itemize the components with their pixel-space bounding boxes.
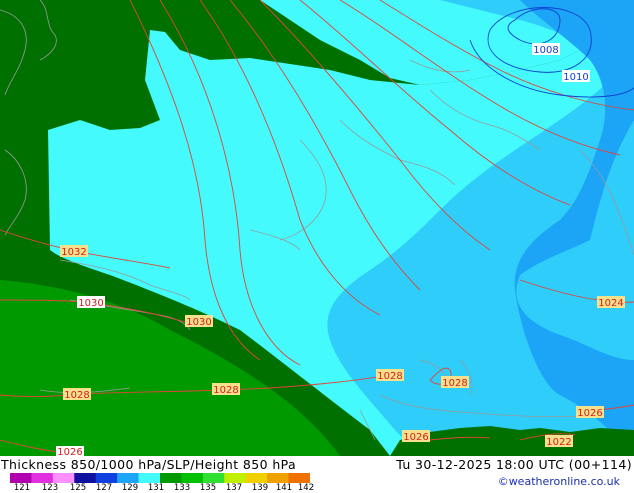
isobar-label-1028-central: 1028 <box>212 383 240 396</box>
isobar-label-1030-central: 1030 <box>185 315 213 328</box>
isobar-label-1028-east-a: 1028 <box>376 369 404 382</box>
colorbar-swatch <box>95 473 118 483</box>
svg-text:1028: 1028 <box>64 390 89 401</box>
colorbar-tick: 127 <box>95 483 113 493</box>
isobar-label-1026-southwest: 1026 <box>56 446 84 456</box>
colorbar-ticks: 121 123 125 127 129 131 133 135 137 139 … <box>0 483 320 493</box>
colorbar-tick: 131 <box>147 483 165 493</box>
isobar-label-1028-east-b: 1028 <box>441 376 469 389</box>
svg-text:1028: 1028 <box>442 378 467 389</box>
svg-text:1030: 1030 <box>78 298 103 309</box>
colorbar-tick: 139 <box>251 483 269 493</box>
map-title: Thickness 850/1000 hPa/SLP/Height 850 hP… <box>1 457 297 472</box>
svg-text:1028: 1028 <box>213 385 238 396</box>
thickness-map: 1008 1010 1032 1030 1030 1028 1028 1028 … <box>0 0 634 456</box>
colorbar-tick: 121 <box>13 483 31 493</box>
colorbar-tick: 142 <box>297 483 315 493</box>
svg-text:1026: 1026 <box>577 408 602 419</box>
svg-text:1032: 1032 <box>61 247 86 258</box>
svg-text:1028: 1028 <box>377 371 402 382</box>
colorbar-legend <box>10 473 310 483</box>
colorbar-swatch <box>138 473 161 483</box>
isobar-label-1030-west: 1030 <box>77 296 105 309</box>
isobar-label-1026-east: 1026 <box>576 406 604 419</box>
colorbar-swatch <box>160 473 182 483</box>
forecast-datetime: Tu 30-12-2025 18:00 UTC (00+114) <box>396 457 632 472</box>
colorbar-swatch <box>117 473 140 483</box>
colorbar-swatch <box>288 473 310 483</box>
isobar-label-1028-west: 1028 <box>63 388 91 401</box>
colorbar-tick: 135 <box>199 483 217 493</box>
isobar-label-1024: 1024 <box>597 296 625 309</box>
colorbar-swatch <box>181 473 204 483</box>
colorbar-swatch <box>245 473 268 483</box>
map-footer: Thickness 850/1000 hPa/SLP/Height 850 hP… <box>0 456 634 493</box>
isobar-label-1022: 1022 <box>545 435 573 448</box>
copyright-link[interactable]: ©weatheronline.co.uk <box>498 475 620 488</box>
weather-map-panel: 1008 1010 1032 1030 1030 1028 1028 1028 … <box>0 0 634 493</box>
colorbar-tick: 125 <box>69 483 87 493</box>
colorbar-swatch <box>31 473 54 483</box>
svg-text:1008: 1008 <box>533 45 558 56</box>
colorbar-swatch <box>202 473 225 483</box>
colorbar-swatch <box>10 473 32 483</box>
isobar-label-1010: 1010 <box>562 70 590 83</box>
svg-text:1030: 1030 <box>186 317 211 328</box>
colorbar-swatch <box>224 473 247 483</box>
svg-text:1026: 1026 <box>403 432 428 443</box>
isobar-label-1026-south: 1026 <box>402 430 430 443</box>
colorbar-tick: 133 <box>173 483 191 493</box>
colorbar-swatch <box>74 473 97 483</box>
colorbar-tick: 123 <box>41 483 59 493</box>
colorbar-tick: 129 <box>121 483 139 493</box>
svg-text:1026: 1026 <box>57 447 82 456</box>
isobar-label-1032: 1032 <box>60 245 88 258</box>
colorbar-tick: 137 <box>225 483 243 493</box>
colorbar-swatch <box>52 473 75 483</box>
colorbar-swatch <box>267 473 290 483</box>
isobar-label-1008: 1008 <box>532 43 560 56</box>
svg-text:1022: 1022 <box>546 437 571 448</box>
svg-text:1010: 1010 <box>563 72 588 83</box>
svg-text:1024: 1024 <box>598 298 623 309</box>
colorbar-tick: 141 <box>275 483 293 493</box>
